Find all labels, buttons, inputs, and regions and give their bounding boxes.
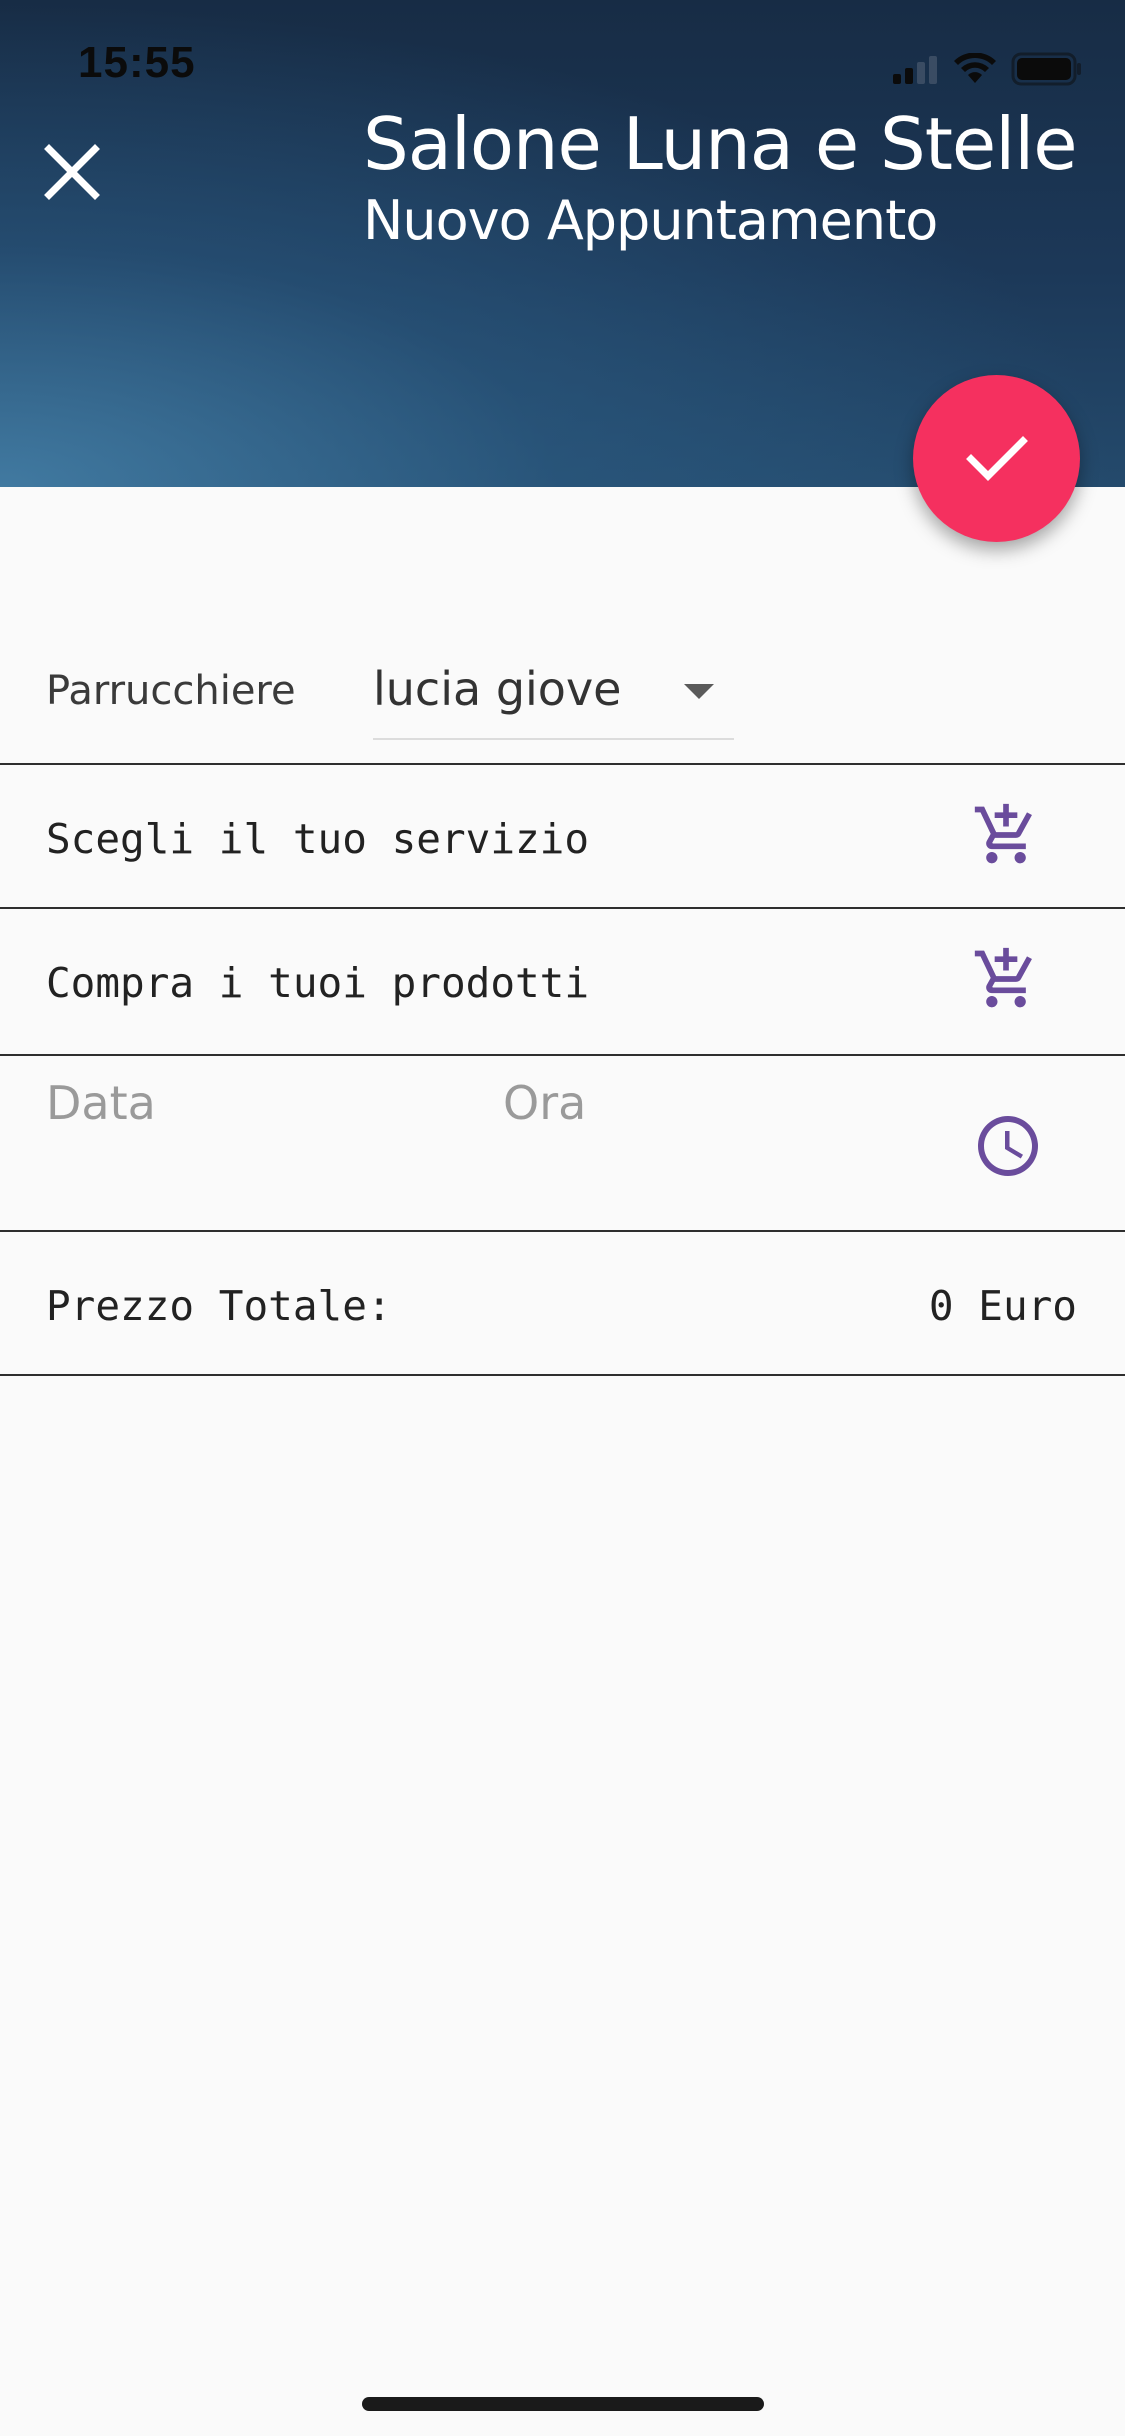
products-label: Compra i tuoi prodotti xyxy=(46,959,590,1007)
signal-icon xyxy=(893,56,937,84)
home-indicator[interactable] xyxy=(362,2397,764,2411)
time-field[interactable]: Ora xyxy=(503,1076,586,1130)
total-price-row: Prezzo Totale: 0 Euro xyxy=(0,1232,1125,1374)
clock-icon[interactable] xyxy=(972,1110,1044,1182)
divider xyxy=(0,1374,1125,1376)
appointment-screen: 15:55 Salone Luna e Stelle Nuovo Appunta… xyxy=(0,0,1125,2436)
check-icon xyxy=(965,435,1028,481)
products-row[interactable]: Compra i tuoi prodotti xyxy=(0,909,1125,1054)
stylist-label: Parrucchiere xyxy=(46,668,296,714)
total-price-label: Prezzo Totale: xyxy=(46,1282,392,1330)
confirm-button[interactable] xyxy=(913,375,1080,542)
caret-down-icon xyxy=(684,684,714,699)
close-icon xyxy=(44,144,100,200)
status-icons xyxy=(891,52,1083,86)
title-block: Salone Luna e Stelle Nuovo Appuntamento xyxy=(363,100,1078,254)
stylist-selected-value: lucia giove xyxy=(373,662,622,716)
stylist-row: Parrucchiere lucia giove xyxy=(0,640,1125,764)
battery-icon xyxy=(1011,52,1081,86)
stylist-dropdown[interactable]: lucia giove xyxy=(373,640,734,740)
wifi-icon xyxy=(954,53,996,83)
page-subtitle: Nuovo Appuntamento xyxy=(363,189,938,252)
datetime-row: Data Ora xyxy=(0,1056,1125,1230)
total-price-value: 0 Euro xyxy=(928,1282,1077,1330)
salon-title: Salone Luna e Stelle xyxy=(363,102,1078,186)
add-shopping-cart-icon[interactable] xyxy=(972,945,1040,1013)
status-time: 15:55 xyxy=(78,38,196,87)
add-shopping-cart-icon[interactable] xyxy=(972,801,1040,869)
date-field[interactable]: Data xyxy=(46,1076,156,1130)
close-button[interactable] xyxy=(36,136,108,208)
service-row[interactable]: Scegli il tuo servizio xyxy=(0,765,1125,907)
service-label: Scegli il tuo servizio xyxy=(46,815,590,863)
